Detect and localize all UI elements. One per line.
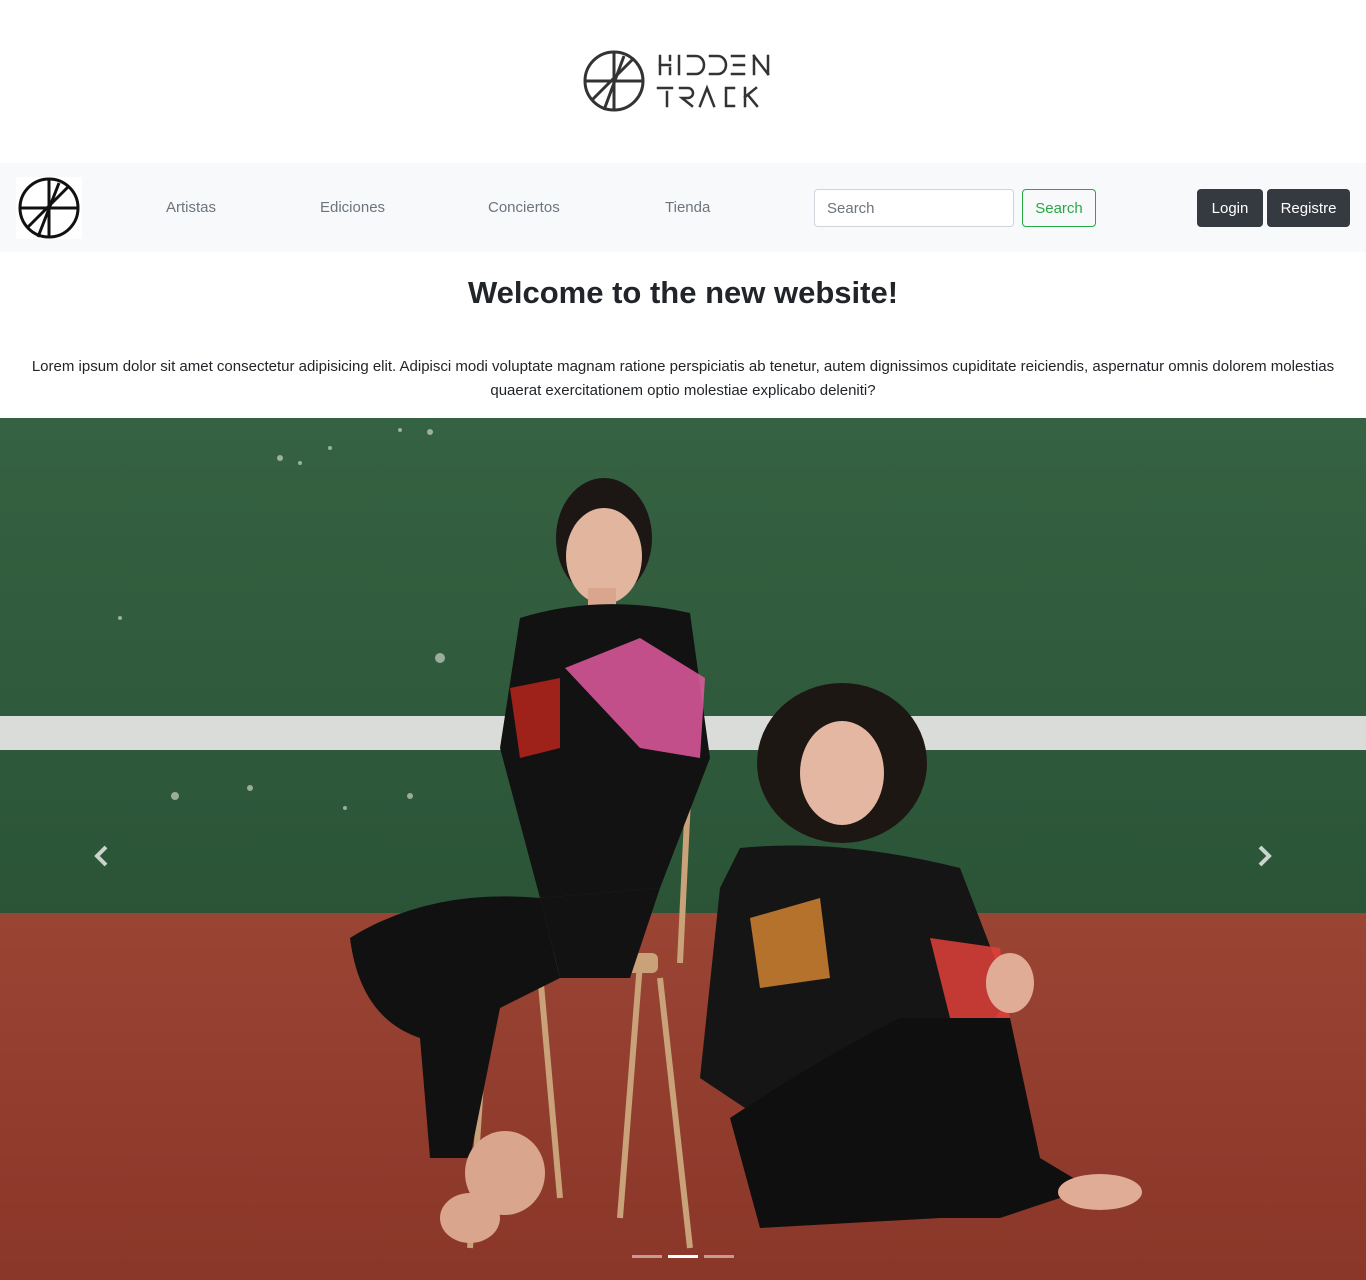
nav-link-conciertos[interactable]: Conciertos	[488, 199, 560, 217]
hidden-track-logo-icon	[583, 50, 770, 112]
brand-header	[0, 0, 1366, 163]
navbar: Artistas Ediciones Conciertos Tienda Sea…	[0, 163, 1366, 252]
nav-link-tienda[interactable]: Tienda	[665, 199, 710, 217]
carousel-next-button[interactable]	[1244, 836, 1284, 876]
chevron-left-icon	[94, 845, 108, 867]
carousel-indicator-2[interactable]	[668, 1255, 698, 1258]
login-button[interactable]: Login	[1197, 189, 1263, 227]
nav-link-ediciones[interactable]: Ediciones	[320, 199, 385, 217]
chevron-right-icon	[1258, 845, 1272, 867]
carousel-slide-image	[0, 418, 1366, 1280]
carousel-indicator-1[interactable]	[632, 1255, 662, 1258]
carousel-indicators	[0, 1255, 1366, 1258]
search-input[interactable]	[814, 189, 1014, 227]
nav-link-artistas[interactable]: Artistas	[166, 199, 216, 217]
register-button[interactable]: Registre	[1267, 189, 1350, 227]
hidden-track-logo-icon	[18, 177, 80, 239]
page-title: Welcome to the new website!	[467, 275, 899, 310]
carousel-prev-button[interactable]	[82, 836, 122, 876]
band-photo	[0, 418, 1366, 1280]
hero-carousel	[0, 418, 1366, 1280]
search-button[interactable]: Search	[1022, 189, 1096, 227]
carousel-indicator-3[interactable]	[704, 1255, 734, 1258]
welcome-text: Lorem ipsum dolor sit amet consectetur a…	[31, 358, 1335, 399]
brand-logo[interactable]	[582, 48, 782, 114]
nav-logo[interactable]	[16, 177, 82, 239]
